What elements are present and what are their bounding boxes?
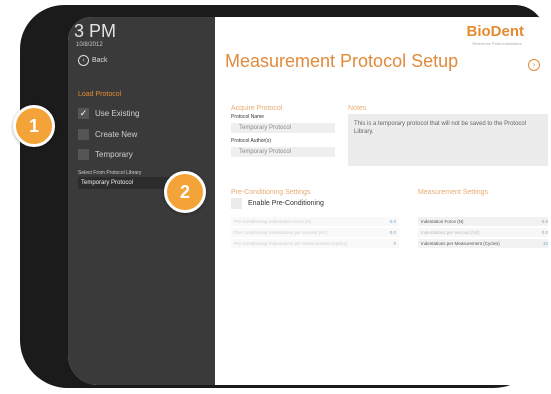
- table-row: Pre-Conditioning Indentations per Second…: [231, 228, 399, 237]
- enable-preconditioning[interactable]: Enable Pre-Conditioning: [231, 197, 324, 209]
- option-use-existing[interactable]: ✓ Use Existing: [78, 107, 139, 119]
- back-button[interactable]: ‹ Back: [78, 55, 108, 66]
- option-create-new[interactable]: Create New: [78, 128, 137, 140]
- row-value[interactable]: 0.0: [542, 219, 548, 224]
- measurement-settings-heading: Measurement Settings: [418, 189, 489, 196]
- row-label: Pre-Conditioning Indentation Force (N): [234, 219, 312, 224]
- row-label: Pre-Conditioning Indentations per Second…: [234, 230, 328, 235]
- enable-preconditioning-label: Enable Pre-Conditioning: [248, 199, 324, 207]
- protocol-author-field[interactable]: Temporary Protocol: [231, 147, 335, 157]
- row-label: Indentation Force (N): [421, 219, 464, 224]
- library-selected-value: Temporary Protocol: [81, 180, 134, 186]
- back-arrow-icon: ‹: [78, 55, 89, 66]
- checkbox-icon[interactable]: [231, 197, 242, 209]
- preconditioning-table: Pre-Conditioning Indentation Force (N) 0…: [231, 217, 399, 248]
- table-row: Indentations per Second (Hz) 0.0: [418, 228, 548, 237]
- notes-textarea[interactable]: This is a temporary protocol that will n…: [348, 114, 548, 166]
- checkbox-checked-icon[interactable]: ✓: [78, 107, 89, 119]
- brand-logo: BioDent: [466, 23, 525, 40]
- table-row: Indentations per Measurement (Cycles) 10: [418, 239, 548, 248]
- row-value[interactable]: 0: [393, 241, 396, 246]
- row-value[interactable]: 0.0: [542, 230, 548, 235]
- brand-tagline: Reference Point Indentation: [472, 41, 522, 46]
- option-label: Temporary: [95, 149, 133, 159]
- load-protocol-heading: Load Protocol: [78, 91, 122, 98]
- clock-time: 3 PM: [74, 21, 117, 41]
- table-row: Pre-Conditioning Indentations per Measur…: [231, 239, 399, 248]
- protocol-name-field[interactable]: Temporary Protocol: [231, 123, 335, 133]
- callout-badge-2: 2: [164, 171, 206, 213]
- row-value[interactable]: 0.0: [390, 219, 396, 224]
- main-content: BioDent Reference Point Indentation Meas…: [215, 17, 548, 385]
- protocol-author-label: Protocol Author(s): [231, 138, 272, 144]
- option-label: Use Existing: [95, 108, 140, 118]
- notes-heading: Notes: [348, 105, 367, 112]
- row-value[interactable]: 0.0: [390, 230, 396, 235]
- checkbox-icon[interactable]: [78, 148, 89, 160]
- measurement-table: Indentation Force (N) 0.0 Indentations p…: [418, 217, 548, 248]
- library-label: Select From Protocol Library: [78, 170, 142, 176]
- back-label: Back: [92, 57, 108, 64]
- device-frame: 3 PM 10/8/2012 ‹ Back Load Protocol ✓ Us…: [20, 5, 548, 388]
- table-row: Pre-Conditioning Indentation Force (N) 0…: [231, 217, 399, 226]
- row-value[interactable]: 10: [543, 241, 548, 246]
- table-row: Indentation Force (N) 0.0: [418, 217, 548, 226]
- page-title: Measurement Protocol Setup: [225, 51, 459, 71]
- option-temporary[interactable]: Temporary: [78, 148, 133, 160]
- app-screen: 3 PM 10/8/2012 ‹ Back Load Protocol ✓ Us…: [68, 17, 548, 385]
- next-arrow-icon[interactable]: ›: [528, 59, 540, 71]
- protocol-name-label: Protocol Name: [231, 114, 265, 120]
- checkbox-icon[interactable]: [78, 128, 89, 140]
- row-label: Indentations per Measurement (Cycles): [421, 241, 500, 246]
- option-label: Create New: [95, 129, 138, 139]
- row-label: Pre-Conditioning Indentations per Measur…: [234, 241, 348, 246]
- callout-badge-1: 1: [13, 105, 55, 147]
- row-label: Indentations per Second (Hz): [421, 230, 480, 235]
- acquire-protocol-heading: Acquire Protocol: [231, 105, 283, 112]
- preconditioning-heading: Pre-Conditioning Settings: [231, 189, 311, 196]
- clock-date: 10/8/2012: [76, 42, 103, 48]
